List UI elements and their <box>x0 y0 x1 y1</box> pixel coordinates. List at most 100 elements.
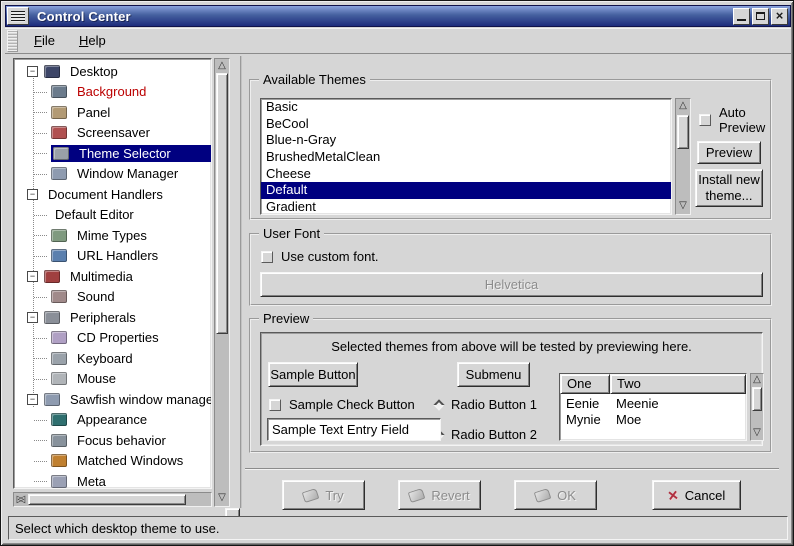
tree-item-url-handlers[interactable]: URL Handlers <box>14 246 211 267</box>
menubar-drag-handle[interactable] <box>7 30 18 52</box>
radio-button-2[interactable]: Radio Button 2 <box>435 427 537 442</box>
sample-button[interactable]: Sample Button <box>268 362 358 387</box>
expander-icon[interactable]: − <box>27 312 38 323</box>
submenu-button-label: Submenu <box>466 367 522 382</box>
screensaver-icon <box>51 126 67 139</box>
theme-item-basic[interactable]: Basic <box>261 99 671 116</box>
theme-list: BasicBeCoolBlue-n-GrayBrushedMetalCleanC… <box>260 98 672 215</box>
panel-icon <box>51 106 67 119</box>
tree-vscroll-slider[interactable] <box>216 73 228 334</box>
tree-item-mouse[interactable]: Mouse <box>14 369 211 390</box>
revert-button[interactable]: Revert <box>398 480 481 510</box>
checkbox-icon[interactable] <box>269 399 281 411</box>
user-font-frame: User Font Use custom font. Helvetica <box>249 233 772 306</box>
sample-table-header-two[interactable]: Two <box>610 374 746 394</box>
sample-table-row[interactable]: EenieMeenie <box>560 396 746 412</box>
theme-item-brushedmetalclean[interactable]: BrushedMetalClean <box>261 149 671 166</box>
tree-item-focus-behavior[interactable]: Focus behavior <box>14 430 211 451</box>
expander-icon[interactable]: − <box>27 189 38 200</box>
sample-table-row[interactable]: MynieMoe <box>560 412 746 428</box>
font-picker-button[interactable]: Helvetica <box>260 272 763 297</box>
tree-item-theme-selector[interactable]: Theme Selector <box>14 143 211 164</box>
tree-item-matched-windows[interactable]: Matched Windows <box>14 451 211 472</box>
cancel-button[interactable]: × Cancel <box>652 480 741 510</box>
tree-item-panel[interactable]: Panel <box>14 102 211 123</box>
scroll-down-icon[interactable]: ▽ <box>215 492 229 505</box>
maximize-button[interactable] <box>752 8 769 25</box>
auto-preview-label: Auto Preview <box>719 105 771 135</box>
theme-item-cheese[interactable]: Cheese <box>261 166 671 183</box>
scroll-down-icon[interactable]: ▽ <box>751 427 763 440</box>
sample-table-header-one[interactable]: One <box>560 374 610 394</box>
tree-hscroll-slider[interactable] <box>28 494 186 505</box>
checkbox-icon[interactable] <box>261 251 273 263</box>
tree-item-label: Window Manager <box>73 165 182 182</box>
submenu-button[interactable]: Submenu <box>457 362 530 387</box>
preview-area: Selected themes from above will be teste… <box>260 332 763 446</box>
sample-table-slider[interactable] <box>752 387 762 411</box>
statusbar: Select which desktop theme to use. <box>8 516 788 540</box>
auto-preview-checkbox[interactable]: Auto Preview <box>699 105 771 135</box>
try-icon <box>302 487 320 502</box>
tree-horizontal-scrollbar[interactable]: ◁ ▷ <box>13 492 212 507</box>
install-new-theme-button[interactable]: Install new theme... <box>695 169 763 207</box>
theme-item-becool[interactable]: BeCool <box>261 116 671 133</box>
minimize-button[interactable] <box>733 8 750 25</box>
tree-item-multimedia[interactable]: −Multimedia <box>14 266 211 287</box>
tree-item-sound[interactable]: Sound <box>14 287 211 308</box>
cancel-icon: × <box>667 486 679 504</box>
tree-item-window-manager[interactable]: Window Manager <box>14 164 211 185</box>
window-manager-icon <box>51 167 67 180</box>
tree-item-keyboard[interactable]: Keyboard <box>14 348 211 369</box>
close-button[interactable]: × <box>771 8 788 25</box>
tree-item-desktop[interactable]: −Desktop <box>14 61 211 82</box>
menu-file[interactable]: File <box>22 30 67 51</box>
sample-text-entry[interactable] <box>267 418 441 441</box>
expander-icon[interactable]: − <box>27 394 38 405</box>
scroll-up-icon[interactable]: △ <box>676 100 690 113</box>
radio-button-1[interactable]: Radio Button 1 <box>435 397 537 412</box>
tree-item-default-editor[interactable]: Default Editor <box>14 205 211 226</box>
theme-list-slider[interactable] <box>677 115 689 149</box>
theme-item-gradient[interactable]: Gradient <box>261 199 671 215</box>
expander-icon[interactable]: − <box>27 271 38 282</box>
scroll-up-icon[interactable]: △ <box>215 60 229 73</box>
ok-button[interactable]: OK <box>514 480 597 510</box>
scroll-right-icon[interactable]: ▷ <box>14 493 27 506</box>
menu-help[interactable]: Help <box>67 30 118 51</box>
sample-check-button[interactable]: Sample Check Button <box>269 397 415 412</box>
use-custom-font-checkbox[interactable]: Use custom font. <box>261 249 379 264</box>
tree-item-screensaver[interactable]: Screensaver <box>14 123 211 144</box>
maximize-icon <box>756 12 765 20</box>
url-handlers-icon <box>51 249 67 262</box>
radio-icon[interactable] <box>433 399 444 410</box>
try-button[interactable]: Try <box>282 480 365 510</box>
preview-button-label: Preview <box>706 145 752 160</box>
separator <box>245 468 779 470</box>
scroll-down-icon[interactable]: ▽ <box>676 200 690 213</box>
tree-item-background[interactable]: Background <box>14 82 211 103</box>
available-themes-frame: Available Themes BasicBeCoolBlue-n-GrayB… <box>249 79 772 220</box>
theme-list-scrollbar[interactable]: △ ▽ <box>675 98 691 215</box>
tree-item-label: Mime Types <box>73 227 151 244</box>
expander-icon[interactable]: − <box>27 66 38 77</box>
scroll-up-icon[interactable]: △ <box>751 374 763 387</box>
window-menu-button[interactable] <box>7 7 29 25</box>
tree-item-appearance[interactable]: Appearance <box>14 410 211 431</box>
mime-types-icon <box>51 229 67 242</box>
tree-item-cd-properties[interactable]: CD Properties <box>14 328 211 349</box>
sample-table-scrollbar[interactable]: △ ▽ <box>750 373 764 441</box>
theme-item-default[interactable]: Default <box>261 182 671 199</box>
revert-button-label: Revert <box>431 488 469 503</box>
theme-item-blue-n-gray[interactable]: Blue-n-Gray <box>261 132 671 149</box>
tree-item-meta[interactable]: Meta <box>14 471 211 489</box>
tree-item-mime-types[interactable]: Mime Types <box>14 225 211 246</box>
tree-item-sawfish-window-manager[interactable]: −Sawfish window manager <box>14 389 211 410</box>
tree-vertical-scrollbar[interactable]: △ ▽ <box>214 58 230 507</box>
checkbox-icon[interactable] <box>699 114 711 126</box>
titlebar[interactable]: Control Center × <box>5 5 791 27</box>
tree-item-peripherals[interactable]: −Peripherals <box>14 307 211 328</box>
preview-button[interactable]: Preview <box>697 141 761 164</box>
tree-item-document-handlers[interactable]: −Document Handlers <box>14 184 211 205</box>
meta-icon <box>51 475 67 488</box>
